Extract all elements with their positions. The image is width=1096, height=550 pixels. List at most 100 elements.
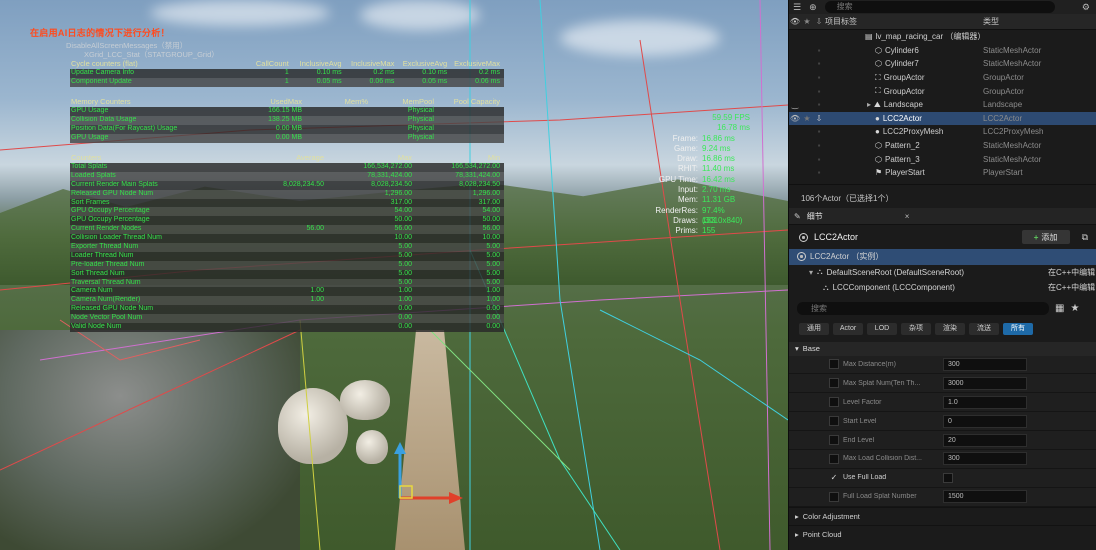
plus-icon: +: [1033, 232, 1039, 242]
override-checkbox[interactable]: [829, 435, 839, 445]
outliner-row[interactable]: ‿ ▪ ▸ ⛰ Landscape Landscape: [789, 98, 1096, 112]
property-value-input[interactable]: 1500: [943, 490, 1027, 504]
fps-stat-row: Game: 9.24 ms: [673, 143, 731, 153]
override-checkbox[interactable]: ✓: [829, 473, 839, 483]
fps-value: 59.59 FPS: [712, 113, 750, 122]
counter-row: Traversal Thread Num 5.00 5.00: [70, 278, 504, 288]
chevron-right-icon[interactable]: ▸: [867, 100, 871, 109]
chevron-right-icon: ▸: [795, 529, 799, 539]
column-type[interactable]: 类型: [983, 16, 1096, 27]
gizmo-plane-handle[interactable]: [399, 485, 413, 499]
fps-stat-row: Prims: 155: [675, 226, 716, 236]
visibility-column-icon[interactable]: 👁: [789, 17, 801, 26]
gizmo-x-arrow[interactable]: [449, 492, 463, 504]
add-component-button[interactable]: + 添加: [1021, 230, 1070, 244]
pin-icon[interactable]: ▪: [813, 127, 825, 136]
gizmo-z-arrow[interactable]: [394, 442, 406, 454]
property-value-input[interactable]: 1.0: [943, 395, 1027, 409]
outliner-row[interactable]: ▪ ⛶ GroupActor GroupActor: [789, 71, 1096, 85]
pin-icon[interactable]: ▪: [813, 46, 825, 55]
column-item-label[interactable]: 项目标签: [825, 16, 983, 27]
outliner-row[interactable]: ▪ ● LCC2ProxyMesh LCC2ProxyMesh: [789, 125, 1096, 139]
outliner-row[interactable]: ▪ ⬡ Pattern_3 StaticMeshActor: [789, 152, 1096, 166]
fps-stat-row: Draws: 133: [673, 215, 716, 225]
blueprint-icon[interactable]: ⧉: [1082, 232, 1088, 243]
pin-icon[interactable]: ▪: [813, 100, 825, 109]
property-value-input[interactable]: 300: [943, 357, 1027, 371]
chevron-right-icon: ▸: [795, 511, 799, 521]
outliner-search-input[interactable]: 搜索: [824, 1, 1055, 13]
override-checkbox[interactable]: [829, 359, 839, 370]
fps-stats: 59.59 FPS 16.78 ms Frame: 16.86 ms Game: 9.…: [648, 113, 750, 237]
property-value-input[interactable]: 20: [943, 433, 1027, 447]
outliner-row[interactable]: 👁 ★ ⇩ ● LCC2Actor LCC2Actor: [789, 111, 1096, 126]
filter-icon[interactable]: ☰: [793, 2, 801, 13]
static-mesh-icon: ⬡: [875, 45, 882, 55]
details-tab[interactable]: ✎ 细节 ×: [789, 208, 1096, 225]
property-value-input[interactable]: 300: [943, 452, 1027, 466]
pin-icon[interactable]: ▪: [813, 87, 825, 96]
component-tree-item[interactable]: ▾ ⛬ DefaultSceneRoot (DefaultSceneRoot) …: [789, 265, 1096, 281]
pin-column-icon[interactable]: ⇩: [813, 17, 825, 26]
collapsed-section[interactable]: ▸ Point Cloud: [789, 524, 1096, 543]
outliner-row[interactable]: ▪ ⚑ PlayerStart PlayerStart: [789, 166, 1096, 180]
override-checkbox[interactable]: [829, 416, 839, 427]
edit-in-cpp-link[interactable]: 在C++中编辑: [1048, 282, 1096, 293]
category-tab[interactable]: 所有: [1003, 322, 1033, 335]
outliner-row[interactable]: ▪ ⛶ GroupActor GroupActor: [789, 84, 1096, 98]
translate-gizmo[interactable]: [385, 440, 465, 510]
outliner-item-label: lv_map_racing_car （编辑器）: [875, 32, 983, 42]
outliner-item-label: LCC2ProxyMesh: [882, 127, 944, 137]
player-start-icon: ⚑: [875, 168, 883, 178]
category-tab[interactable]: 渲染: [935, 322, 965, 335]
memory-counter-row: Position Data(For Raycast) Usage 0.00 MB P…: [70, 124, 504, 134]
use-full-load-checkbox[interactable]: [943, 472, 953, 483]
override-checkbox[interactable]: [829, 453, 839, 464]
collapsed-section[interactable]: ▸ Color Adjustment: [789, 506, 1096, 525]
star-column-icon[interactable]: ★: [801, 17, 813, 26]
category-tab[interactable]: LOD: [867, 322, 897, 335]
category-tab[interactable]: 通用: [799, 322, 829, 335]
category-tab[interactable]: 流送: [969, 322, 999, 335]
counters-rows: Total Splats 166,534,272.00 166,534,272.00…: [70, 163, 504, 332]
pin-icon[interactable]: ⇩: [813, 114, 825, 123]
outliner-row[interactable]: ▪ ⬡ Cylinder7 StaticMeshActor: [789, 57, 1096, 71]
outliner-item-label: Cylinder7: [884, 59, 919, 69]
settings-icon[interactable]: ⚙: [1082, 2, 1090, 13]
pin-icon[interactable]: ▪: [813, 141, 825, 150]
outliner-row[interactable]: ▤ lv_map_racing_car （编辑器）: [789, 30, 1096, 44]
actor-icon: ●: [875, 127, 880, 137]
fps-stat-row: RenderRes: 97.4% (3010x840): [655, 205, 743, 225]
details-search-input[interactable]: 搜索: [797, 301, 1049, 315]
pin-icon[interactable]: ▪: [813, 168, 825, 177]
property-value-input[interactable]: 3000: [943, 376, 1027, 390]
component-tree-instance[interactable]: LCC2Actor （实例）: [789, 249, 1096, 265]
section-base[interactable]: ▾ Base: [789, 341, 1096, 356]
level-viewport[interactable]: 在启用AI日志的情况下进行分析！ DisableAllScreenMessage…: [0, 0, 788, 550]
property-label: Max Splat Num(Ten Th...: [843, 379, 921, 387]
favorite-icon[interactable]: ★: [801, 114, 813, 123]
pin-icon[interactable]: ▪: [813, 155, 825, 164]
override-checkbox[interactable]: [829, 378, 839, 389]
override-checkbox[interactable]: [829, 491, 839, 502]
outliner-row[interactable]: ▪ ⬡ Pattern_2 StaticMeshActor: [789, 139, 1096, 153]
memory-counters-header: Memory Counters UsedMax Mem% MemPool Poo…: [71, 97, 500, 106]
favorite-star-icon[interactable]: ★: [1070, 303, 1079, 314]
visibility-toggle-icon[interactable]: 👁: [789, 114, 801, 123]
property-value-input[interactable]: 0: [943, 414, 1027, 428]
component-tree-item[interactable]: ⛬ LCCComponent (LCCComponent) 在C++中编辑: [789, 280, 1096, 296]
outliner-row[interactable]: ▪ ⬡ Cylinder6 StaticMeshActor: [789, 44, 1096, 58]
visibility-toggle-icon[interactable]: ‿: [789, 100, 801, 109]
edit-in-cpp-link[interactable]: 在C++中编辑: [1048, 267, 1096, 278]
override-checkbox[interactable]: [829, 397, 839, 408]
close-tab-icon[interactable]: ×: [905, 212, 910, 221]
actor-count: 106个Actor（已选择1个）: [789, 184, 1096, 208]
category-tab[interactable]: Actor: [833, 322, 863, 335]
counter-row: Loaded Splats 78,331,424.00 78,331,424.00: [70, 171, 504, 181]
category-tab[interactable]: 杂项: [901, 322, 931, 335]
chevron-down-icon[interactable]: ▾: [809, 268, 813, 277]
pin-icon[interactable]: ▪: [813, 59, 825, 68]
grid-view-icon[interactable]: ▦: [1055, 303, 1064, 314]
pin-icon[interactable]: ▪: [813, 73, 825, 82]
add-icon[interactable]: ⊕: [809, 2, 817, 13]
